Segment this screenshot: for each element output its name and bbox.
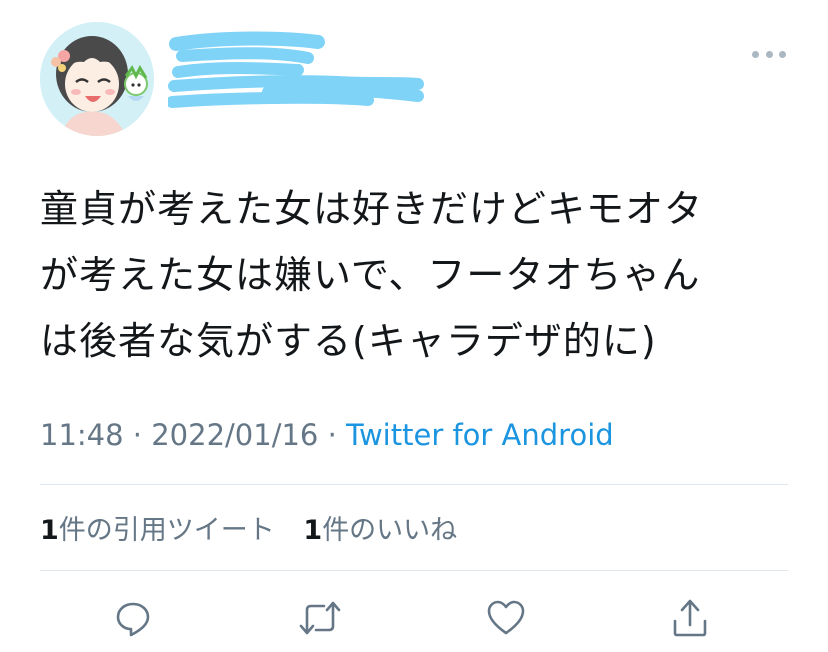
reply-button[interactable] (111, 596, 155, 640)
more-dot (779, 50, 786, 58)
more-dot (752, 50, 759, 58)
meta-separator: · (327, 418, 337, 452)
avatar-illustration (40, 22, 154, 136)
divider (40, 484, 788, 485)
tweet-time[interactable]: 11:48 (40, 418, 124, 452)
quote-tweets-stat[interactable]: 1件の引用ツイート (40, 515, 275, 546)
quote-tweets-count: 1 (40, 515, 59, 546)
action-bar (0, 592, 828, 642)
tweet-date[interactable]: 2022/01/16 (151, 418, 318, 452)
tweet-meta: 11:48 · 2022/01/16 · Twitter for Android (40, 418, 614, 452)
avatar[interactable] (40, 22, 154, 136)
more-options-icon[interactable] (752, 46, 786, 62)
more-dot (765, 50, 773, 58)
tweet-detail: 童貞が考えた女は好きだけどキモオタ が考えた女は嫌いで、フータオちゃん は後者な… (0, 0, 828, 652)
like-button[interactable] (484, 596, 528, 640)
share-icon (673, 599, 707, 637)
tweet-source-link[interactable]: Twitter for Android (346, 418, 614, 452)
quote-tweets-label: 件の引用ツイート (58, 515, 275, 546)
meta-separator: · (132, 418, 143, 452)
tweet-text: 童貞が考えた女は好きだけどキモオタ が考えた女は嫌いで、フータオちゃん は後者な… (40, 187, 704, 363)
tweet-stats: 1件の引用ツイート 1件のいいね (40, 508, 457, 547)
retweet-icon (299, 601, 341, 635)
likes-label: 件のいいね (322, 515, 458, 546)
share-button[interactable] (668, 596, 712, 640)
like-icon (487, 600, 525, 635)
likes-stat[interactable]: 1件のいいね (303, 515, 457, 546)
divider (40, 570, 788, 571)
redacted-username (168, 31, 424, 108)
retweet-button[interactable] (298, 596, 342, 640)
likes-count: 1 (303, 515, 323, 546)
reply-icon (116, 602, 150, 637)
